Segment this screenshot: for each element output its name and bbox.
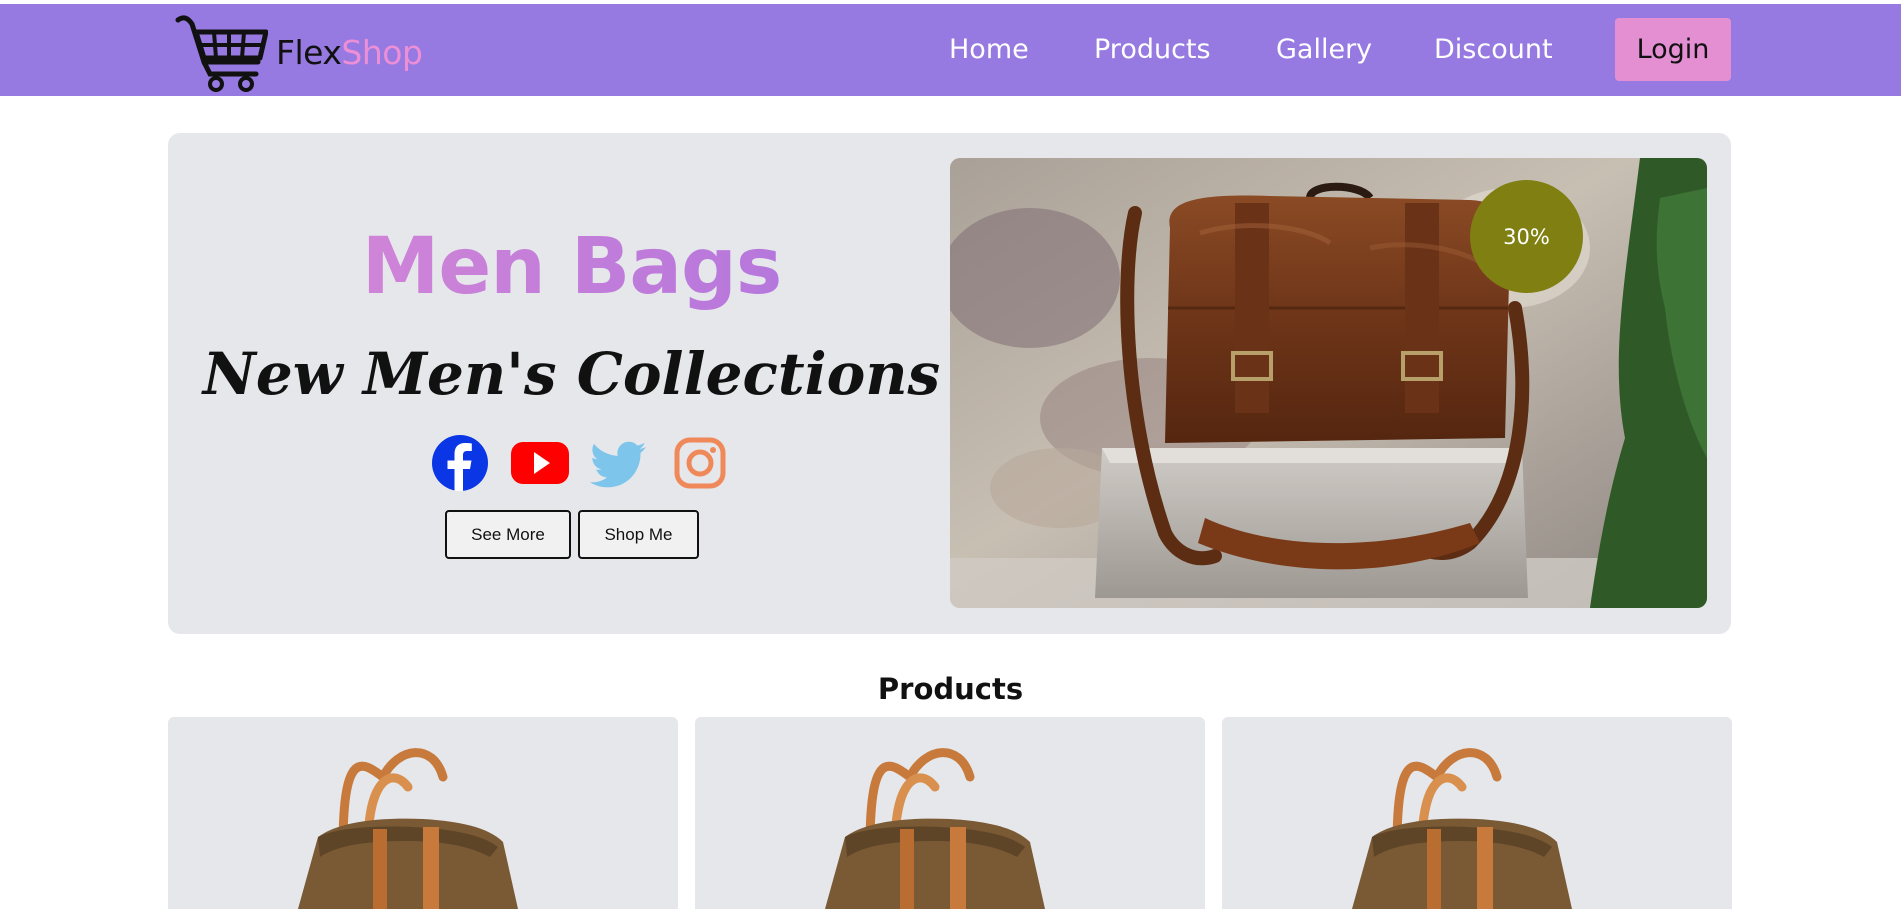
product-image — [1352, 748, 1572, 909]
cart-icon — [175, 15, 268, 92]
navbar: FlexShop Home Products Gallery Discount … — [0, 4, 1901, 96]
product-card[interactable] — [168, 717, 678, 909]
login-button[interactable]: Login — [1615, 18, 1731, 81]
youtube-icon[interactable] — [510, 433, 570, 493]
discount-badge: 30% — [1470, 180, 1583, 293]
social-links — [430, 433, 730, 493]
nav-link-discount[interactable]: Discount — [1434, 34, 1553, 65]
hero-buttons: See More Shop Me — [445, 510, 699, 559]
facebook-icon[interactable] — [430, 433, 490, 493]
nav-link-gallery[interactable]: Gallery — [1276, 34, 1372, 65]
instagram-icon[interactable] — [670, 433, 730, 493]
nav-link-products[interactable]: Products — [1094, 34, 1211, 65]
logo-text: FlexShop — [276, 32, 423, 72]
logo-text-shop: Shop — [341, 32, 423, 72]
product-image — [298, 748, 518, 909]
see-more-button[interactable]: See More — [445, 510, 571, 559]
hero-product-image — [950, 158, 1707, 608]
logo[interactable]: FlexShop — [174, 10, 423, 94]
nav-link-home[interactable]: Home — [949, 34, 1029, 65]
twitter-icon[interactable] — [590, 433, 650, 493]
products-section-title: Products — [877, 672, 1024, 706]
logo-text-flex: Flex — [276, 32, 342, 72]
product-card[interactable] — [1222, 717, 1732, 909]
product-card[interactable] — [695, 717, 1205, 909]
shop-me-button[interactable]: Shop Me — [578, 510, 699, 559]
product-image — [825, 748, 1045, 909]
